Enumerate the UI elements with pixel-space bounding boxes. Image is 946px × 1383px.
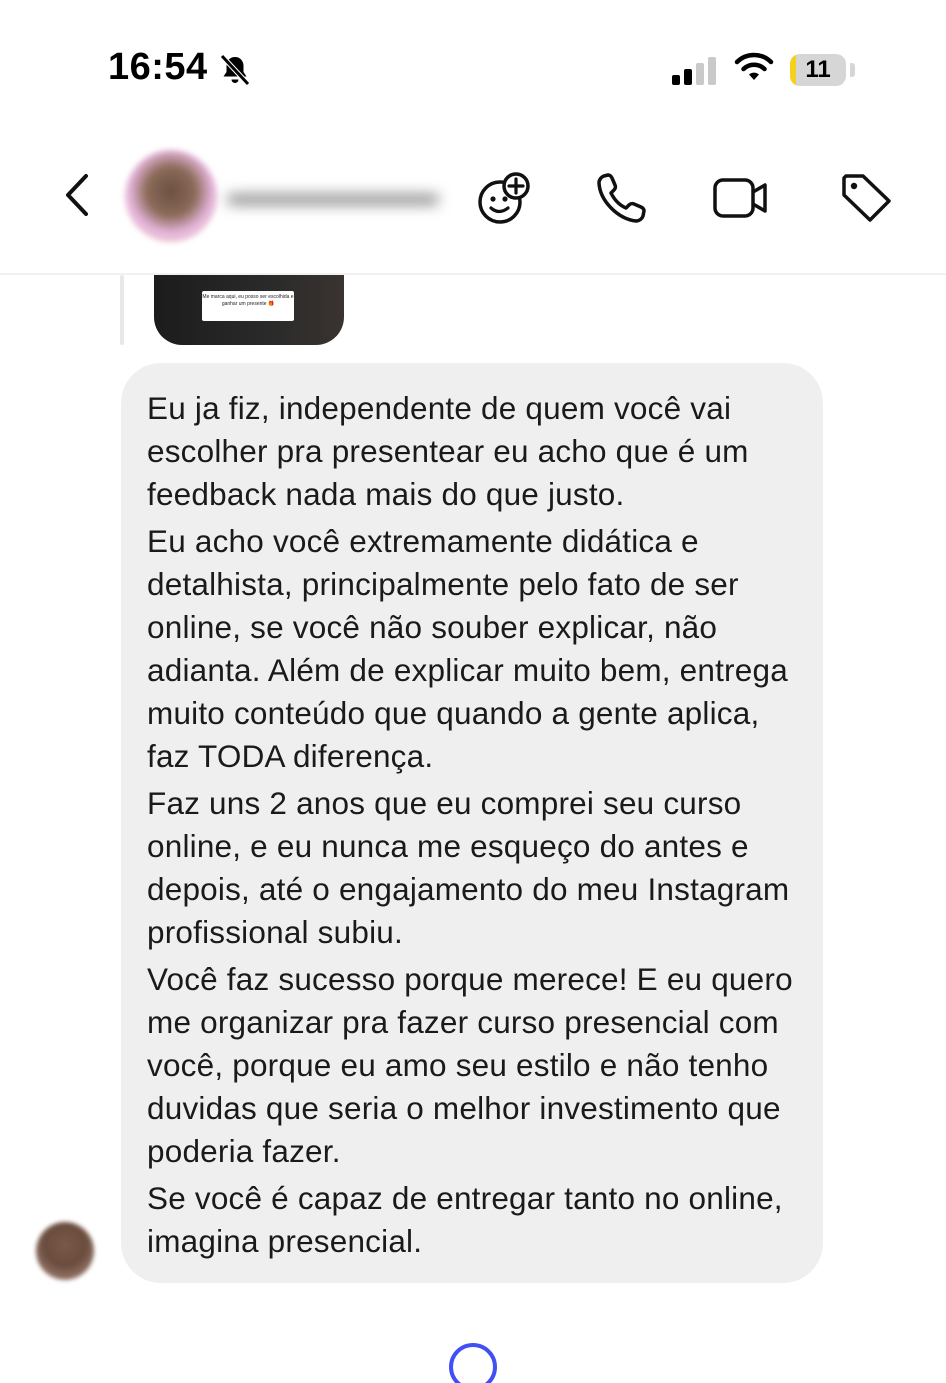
battery-icon: 11 — [790, 54, 846, 86]
loading-spinner — [449, 1343, 497, 1383]
message-paragraph: Você faz sucesso porque merece! E eu que… — [147, 961, 793, 1169]
message-bubble[interactable]: Eu ja fiz, independente de quem você vai… — [121, 363, 823, 1283]
chat-header: ▬▬▬▬▬▬▬ — [0, 130, 946, 275]
story-sticker-text: Me marca aqui, eu posso ser escolhida e … — [202, 291, 294, 321]
message-paragraph: Eu ja fiz, independente de quem você vai… — [147, 390, 749, 512]
video-camera-icon[interactable] — [710, 168, 770, 228]
contact-avatar[interactable] — [125, 150, 217, 242]
tag-icon[interactable] — [836, 168, 896, 228]
sender-avatar[interactable] — [36, 1222, 94, 1280]
dm-thread-screen: 16:54 11 ▬▬▬▬▬▬▬ Me marca aqui, eu posso… — [0, 0, 946, 1383]
reply-indicator-line — [120, 275, 124, 345]
wifi-icon — [733, 50, 775, 84]
contact-name-blurred[interactable]: ▬▬▬▬▬▬▬ — [228, 178, 438, 214]
back-chevron-icon[interactable] — [58, 170, 98, 220]
cellular-signal-icon — [670, 56, 720, 86]
message-paragraph: Se você é capaz de entregar tanto no onl… — [147, 1180, 783, 1259]
bell-slash-icon — [217, 52, 253, 88]
battery-level: 11 — [805, 56, 831, 83]
effects-plus-icon[interactable] — [474, 168, 534, 228]
message-paragraph: Eu acho você extremamente didática e det… — [147, 523, 788, 774]
message-paragraph: Faz uns 2 anos que eu comprei seu curso … — [147, 785, 790, 950]
phone-icon[interactable] — [592, 168, 652, 228]
status-time: 16:54 — [108, 46, 208, 88]
battery-cap — [850, 63, 855, 77]
status-bar: 16:54 11 — [0, 0, 946, 130]
story-reply-thumbnail[interactable]: Me marca aqui, eu posso ser escolhida e … — [154, 275, 344, 345]
